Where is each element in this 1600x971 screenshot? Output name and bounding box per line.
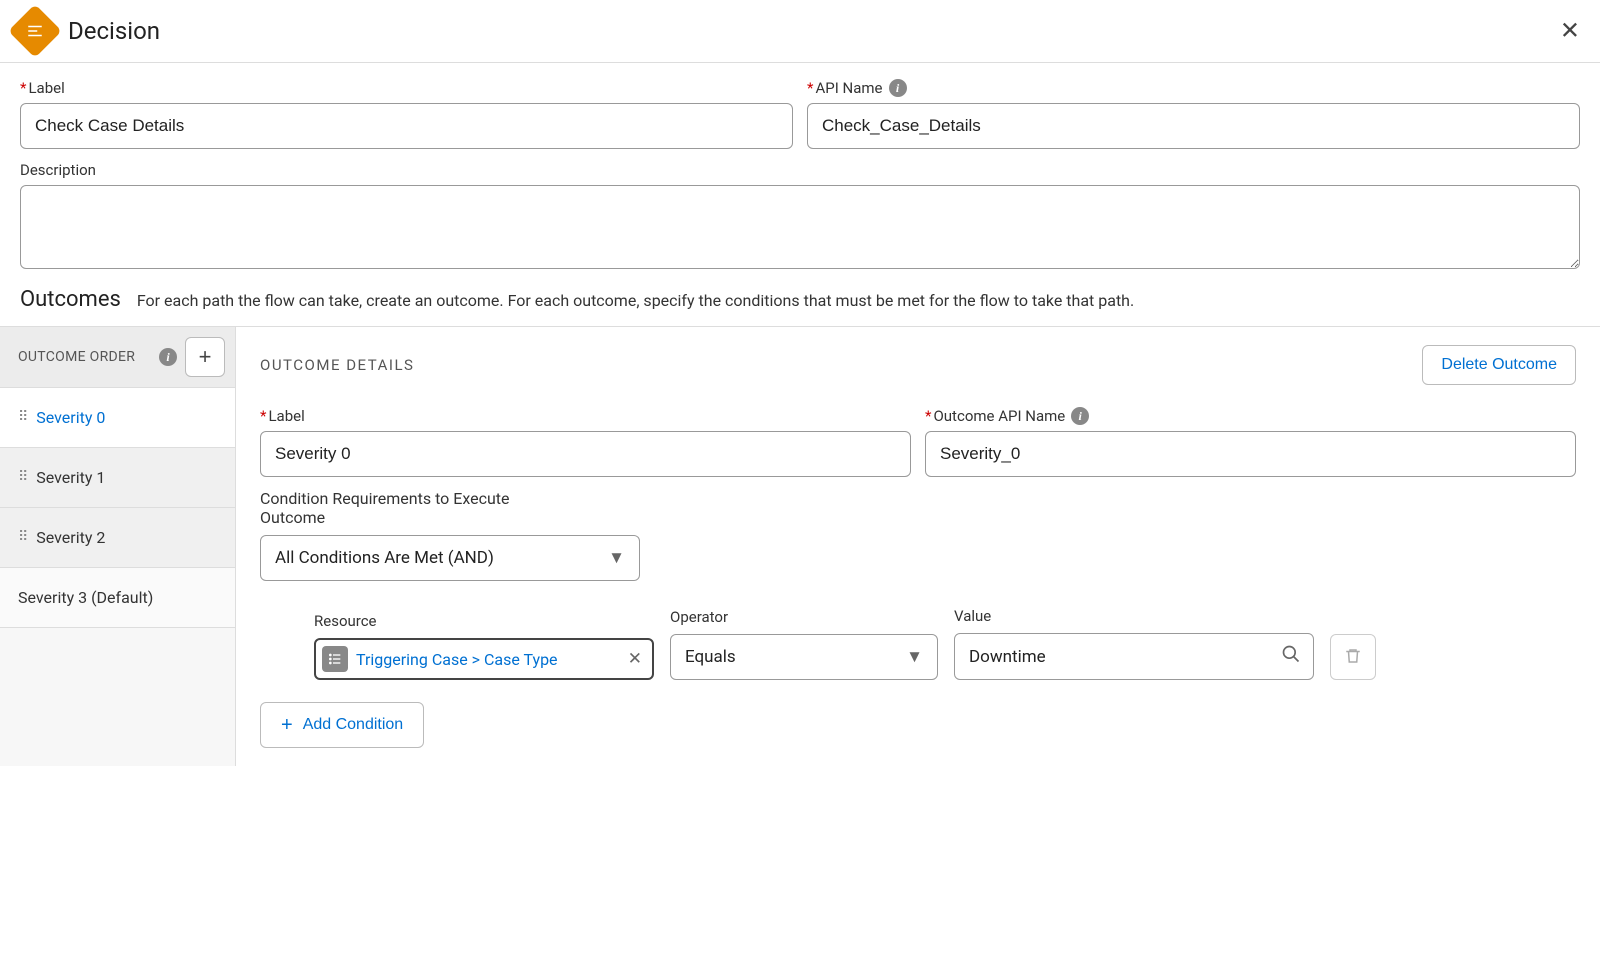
info-icon[interactable]: i: [159, 348, 177, 366]
outcome-item-severity-0[interactable]: ⠿ Severity 0: [0, 388, 235, 448]
chevron-down-icon: ▼: [608, 548, 625, 568]
description-label: Description: [20, 161, 1580, 179]
plus-icon: +: [199, 344, 212, 370]
decision-icon: [8, 4, 62, 58]
condition-requirements-label: Condition Requirements to Execute Outcom…: [260, 489, 560, 527]
outcome-item-label: Severity 3 (Default): [18, 588, 153, 607]
drag-handle-icon[interactable]: ⠿: [18, 534, 26, 541]
api-name-label: *API Name i: [807, 79, 1580, 97]
info-icon[interactable]: i: [1071, 407, 1089, 425]
resource-value: Triggering Case > Case Type: [356, 650, 624, 669]
delete-outcome-button[interactable]: Delete Outcome: [1422, 345, 1576, 385]
drag-handle-icon[interactable]: ⠿: [18, 414, 26, 421]
operator-select[interactable]: Equals ▼: [670, 634, 938, 680]
outcome-label-input[interactable]: [260, 431, 911, 477]
dialog-title: Decision: [68, 17, 160, 45]
search-icon[interactable]: [1281, 644, 1301, 669]
outcome-label-label: *Label: [260, 407, 911, 425]
list-icon: [322, 646, 348, 672]
outcomes-header: Outcomes For each path the flow can take…: [0, 279, 1600, 326]
outcome-item-label: Severity 0: [36, 408, 105, 427]
outcomes-description: For each path the flow can take, create …: [137, 291, 1134, 310]
value-text: Downtime: [969, 647, 1046, 667]
delete-condition-button[interactable]: [1330, 634, 1376, 680]
select-value: All Conditions Are Met (AND): [275, 548, 494, 568]
label-field-label: *Label: [20, 79, 793, 97]
chevron-down-icon: ▼: [906, 647, 923, 667]
trash-icon: [1344, 647, 1362, 668]
condition-requirements-select[interactable]: All Conditions Are Met (AND) ▼: [260, 535, 640, 581]
clear-resource-button[interactable]: ✕: [624, 649, 646, 669]
close-button[interactable]: ✕: [1556, 13, 1584, 50]
operator-label: Operator: [670, 608, 938, 626]
outcome-item-severity-1[interactable]: ⠿ Severity 1: [0, 448, 235, 508]
description-textarea[interactable]: [20, 185, 1580, 269]
operator-value: Equals: [685, 647, 736, 667]
info-icon[interactable]: i: [889, 79, 907, 97]
add-condition-button[interactable]: + Add Condition: [260, 702, 424, 748]
value-label: Value: [954, 607, 1314, 625]
close-icon: ✕: [1560, 18, 1580, 45]
outcomes-title: Outcomes: [20, 287, 121, 312]
drag-handle-icon[interactable]: ⠿: [18, 474, 26, 481]
outcome-item-default[interactable]: Severity 3 (Default): [0, 568, 235, 628]
api-name-input[interactable]: [807, 103, 1580, 149]
plus-icon: +: [281, 715, 293, 735]
dialog-header: Decision ✕: [0, 0, 1600, 63]
resource-label: Resource: [314, 612, 654, 630]
panel-body: *Label *API Name i Description: [0, 63, 1600, 279]
add-outcome-button[interactable]: +: [185, 337, 225, 377]
value-input[interactable]: Downtime: [954, 633, 1314, 680]
outcome-item-label: Severity 1: [36, 468, 105, 487]
outcome-api-label: *Outcome API Name i: [925, 407, 1576, 425]
outcome-sidebar: OUTCOME ORDER i + ⠿ Severity 0 ⠿ Severit…: [0, 327, 236, 766]
outcomes-container: OUTCOME ORDER i + ⠿ Severity 0 ⠿ Severit…: [0, 326, 1600, 766]
sidebar-header: OUTCOME ORDER i +: [0, 327, 235, 388]
outcome-details: OUTCOME DETAILS Delete Outcome *Label *O…: [236, 327, 1600, 766]
outcome-item-label: Severity 2: [36, 528, 105, 547]
outcome-api-input[interactable]: [925, 431, 1576, 477]
outcome-item-severity-2[interactable]: ⠿ Severity 2: [0, 508, 235, 568]
outcome-order-label: OUTCOME ORDER: [18, 349, 135, 366]
resource-input[interactable]: Triggering Case > Case Type ✕: [314, 638, 654, 680]
label-input[interactable]: [20, 103, 793, 149]
add-condition-label: Add Condition: [303, 716, 404, 734]
outcome-details-title: OUTCOME DETAILS: [260, 356, 414, 374]
